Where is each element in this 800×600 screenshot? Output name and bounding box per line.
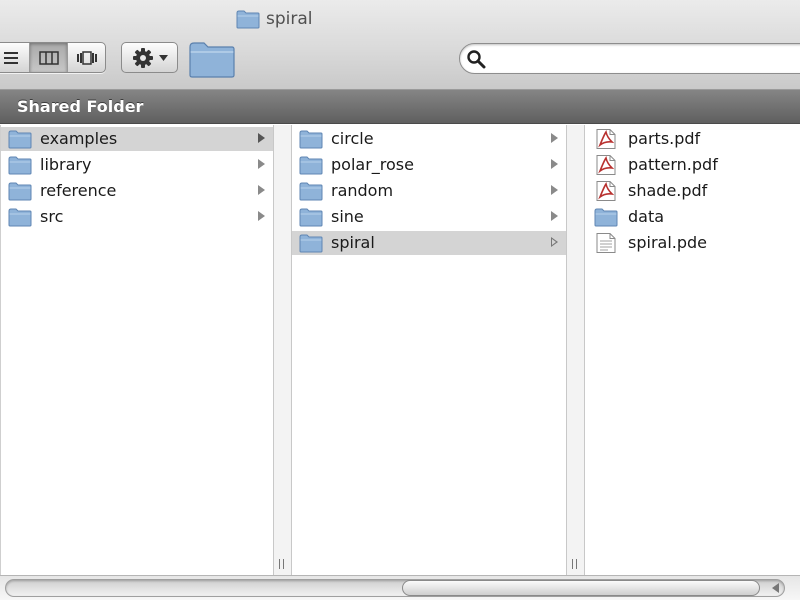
folder-icon <box>8 156 32 175</box>
list-item[interactable]: parts.pdf <box>585 127 800 151</box>
coverflow-view-button[interactable] <box>67 43 105 72</box>
browser-column-3[interactable]: parts.pdf pattern.pdf shade.pdf data spi… <box>585 125 800 575</box>
list-item[interactable]: src <box>1 205 273 229</box>
chevron-right-icon <box>258 211 265 221</box>
chevron-right-icon <box>551 159 558 169</box>
chevron-right-icon <box>551 133 558 143</box>
list-item[interactable]: library <box>1 153 273 177</box>
chevron-right-icon <box>258 159 265 169</box>
pdf-icon <box>596 155 616 175</box>
list-item[interactable]: pattern.pdf <box>585 153 800 177</box>
search-icon <box>467 50 486 69</box>
chevron-right-icon <box>551 185 558 195</box>
folder-icon <box>236 10 260 29</box>
browser-column-1[interactable]: examples library reference src <box>0 125 273 575</box>
folder-icon <box>299 130 323 149</box>
search-field[interactable] <box>459 43 800 74</box>
folder-icon <box>299 208 323 227</box>
chevron-right-icon <box>258 133 265 143</box>
list-item-label: reference <box>40 181 117 200</box>
action-menu-button[interactable] <box>121 42 178 73</box>
chevron-right-icon <box>551 237 558 247</box>
list-item-label: library <box>40 155 92 174</box>
folder-icon <box>8 182 32 201</box>
list-item[interactable]: spiral <box>292 231 566 255</box>
document-icon <box>596 233 616 253</box>
list-view-icon <box>4 51 18 64</box>
list-item[interactable]: examples <box>1 127 273 151</box>
chevron-right-icon <box>551 211 558 221</box>
list-item-label: random <box>331 181 394 200</box>
header-title: Shared Folder <box>17 97 144 116</box>
list-item-label: sine <box>331 207 364 226</box>
list-item-label: spiral <box>331 233 375 252</box>
folder-icon <box>8 130 32 149</box>
browser-column-2[interactable]: circle polar_rose random sine spiral <box>292 125 566 575</box>
list-item[interactable]: random <box>292 179 566 203</box>
new-folder-button[interactable] <box>188 40 236 78</box>
list-item-label: polar_rose <box>331 155 414 174</box>
folder-icon <box>8 208 32 227</box>
list-item[interactable]: reference <box>1 179 273 203</box>
view-mode-control[interactable] <box>0 42 106 73</box>
folder-icon <box>299 156 323 175</box>
list-item-label: shade.pdf <box>628 181 708 200</box>
list-item[interactable]: polar_rose <box>292 153 566 177</box>
pdf-icon <box>596 181 616 201</box>
window-toolbar: spiral <box>0 0 800 90</box>
list-item[interactable]: shade.pdf <box>585 179 800 203</box>
scroll-left-arrow-icon[interactable] <box>772 583 779 593</box>
column-view-icon <box>38 50 59 65</box>
pdf-icon <box>596 129 616 149</box>
folder-icon <box>299 234 323 253</box>
list-item-label: examples <box>40 129 118 148</box>
resize-grip-icon <box>279 559 284 569</box>
resize-grip-icon <box>572 559 577 569</box>
folder-icon <box>189 42 235 78</box>
window-title: spiral <box>236 8 313 30</box>
window-title-text: spiral <box>266 9 313 29</box>
list-item-label: src <box>40 207 64 226</box>
chevron-down-icon <box>158 54 168 61</box>
gear-icon <box>132 47 153 68</box>
list-item[interactable]: sine <box>292 205 566 229</box>
coverflow-view-icon <box>76 50 97 65</box>
list-item-label: data <box>628 207 665 226</box>
column-view-button[interactable] <box>29 43 67 72</box>
search-input[interactable] <box>490 48 790 70</box>
folder-icon <box>594 208 618 227</box>
column-resize-handle[interactable] <box>273 125 292 575</box>
list-item[interactable]: spiral.pde <box>585 231 800 255</box>
list-item-label: spiral.pde <box>628 233 708 252</box>
path-header: Shared Folder <box>0 90 800 124</box>
scroll-thumb[interactable] <box>402 580 760 596</box>
list-view-button[interactable] <box>0 43 29 72</box>
list-item-label: parts.pdf <box>628 129 701 148</box>
chevron-right-icon <box>258 185 265 195</box>
folder-icon <box>299 182 323 201</box>
horizontal-scrollbar[interactable] <box>0 575 800 600</box>
list-item-label: pattern.pdf <box>628 155 718 174</box>
list-item-label: circle <box>331 129 374 148</box>
list-item[interactable]: circle <box>292 127 566 151</box>
list-item[interactable]: data <box>585 205 800 229</box>
column-resize-handle[interactable] <box>566 125 585 575</box>
